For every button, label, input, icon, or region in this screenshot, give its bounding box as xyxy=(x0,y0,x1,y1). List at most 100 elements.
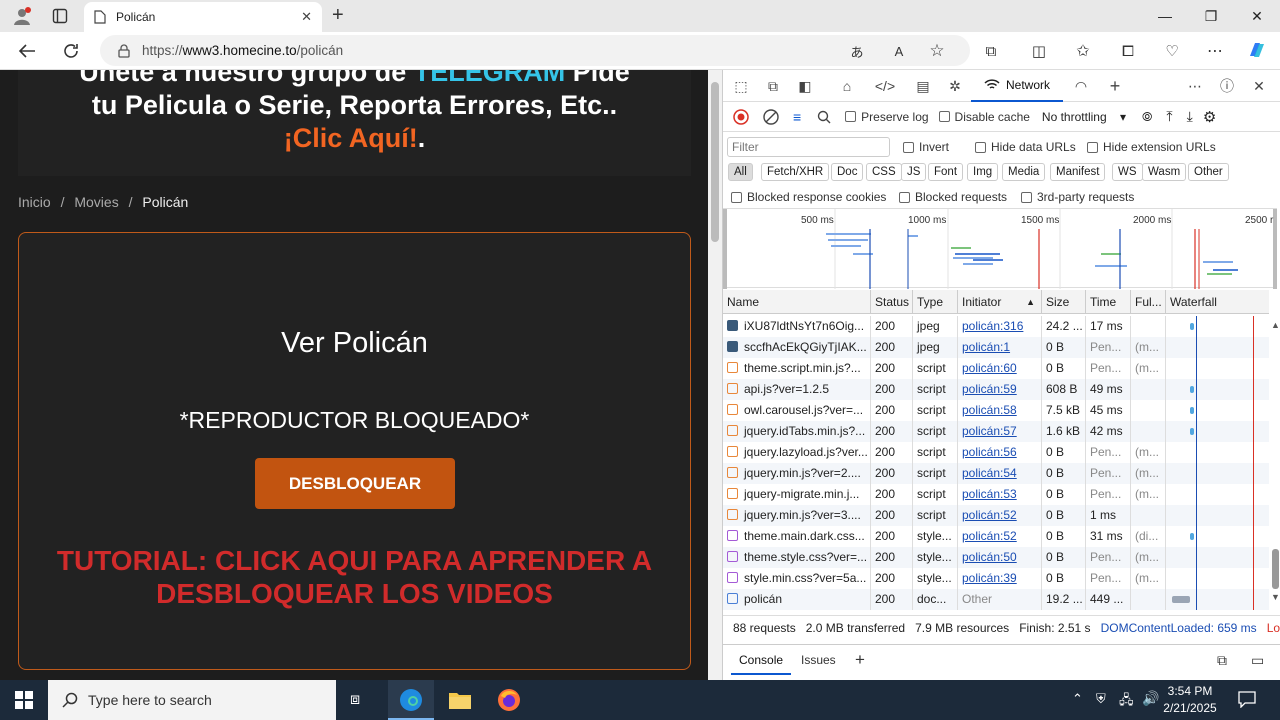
drawer-tab-issues[interactable]: Issues xyxy=(793,645,844,675)
settings-more-icon[interactable]: ⋯ xyxy=(1204,40,1226,62)
network-conditions-icon[interactable]: ⦾ xyxy=(1142,109,1152,125)
minimize-icon[interactable]: — xyxy=(1142,0,1188,32)
inspect-icon[interactable]: ⬚ xyxy=(731,76,751,96)
add-drawer-tab-icon[interactable]: + xyxy=(847,645,873,675)
table-row[interactable]: sccfhAcEkQGiyTjIAK... 200 jpeg policán:1 0 B… xyxy=(723,337,1269,358)
refresh-icon[interactable] xyxy=(60,40,82,62)
filter-toggle-icon[interactable]: ≡ xyxy=(793,109,801,125)
type-filter-css[interactable]: CSS xyxy=(866,163,902,181)
taskbar-search[interactable]: Type here to search xyxy=(48,680,336,720)
telegram-banner[interactable]: Únete a nuestro grupo de TELEGRAM Pide t… xyxy=(18,70,691,176)
dock-icon[interactable]: ◧ xyxy=(795,76,815,96)
table-row[interactable]: api.js?ver=1.2.5 200 script policán:59 608 B… xyxy=(723,379,1269,400)
split-screen-icon[interactable]: ◫ xyxy=(1028,40,1050,62)
read-aloud-icon[interactable]: A xyxy=(888,40,910,62)
close-drawer-icon[interactable]: ▭ xyxy=(1243,645,1272,675)
cell-initiator[interactable]: policán:52 xyxy=(958,526,1042,547)
close-devtools-icon[interactable]: ✕ xyxy=(1249,76,1269,96)
cell-initiator[interactable]: policán:50 xyxy=(958,547,1042,568)
profile-icon[interactable] xyxy=(12,6,32,26)
network-settings-icon[interactable]: ⚙ xyxy=(1203,108,1216,126)
clock[interactable]: 3:54 PM 2/21/2025 xyxy=(1150,683,1230,717)
type-filter-js[interactable]: JS xyxy=(901,163,927,181)
clear-icon[interactable] xyxy=(763,108,779,125)
new-tab-icon[interactable]: + xyxy=(332,4,344,27)
cell-initiator[interactable]: policán:58 xyxy=(958,400,1042,421)
tab-network[interactable]: Network xyxy=(971,70,1063,102)
edge-taskbar-icon[interactable] xyxy=(388,680,434,720)
export-har-icon[interactable]: ⤓ xyxy=(1187,108,1193,125)
cell-initiator[interactable]: policán:1 xyxy=(958,337,1042,358)
undock-drawer-icon[interactable]: ⧉ xyxy=(1209,645,1235,675)
type-filter-other[interactable]: Other xyxy=(1188,163,1229,181)
table-row[interactable]: theme.script.min.js?... 200 script policán:… xyxy=(723,358,1269,379)
help-icon[interactable]: ⓘ xyxy=(1217,76,1237,96)
translate-icon[interactable]: あ xyxy=(846,40,868,62)
cell-initiator[interactable]: policán:60 xyxy=(958,358,1042,379)
device-emulation-icon[interactable]: ⧉ xyxy=(763,76,783,96)
cell-initiator[interactable]: policán:57 xyxy=(958,421,1042,442)
type-filter-img[interactable]: Img xyxy=(967,163,999,181)
cell-initiator[interactable]: policán:316 xyxy=(958,316,1042,337)
performance-icon[interactable]: ◠ xyxy=(1071,76,1091,96)
tab-actions-icon[interactable] xyxy=(52,8,68,24)
console-icon[interactable]: ▤ xyxy=(913,76,933,96)
breadcrumb-movies[interactable]: Movies xyxy=(74,194,118,210)
blocked-response-cookies-checkbox[interactable]: Blocked response cookies xyxy=(731,190,886,204)
notifications-icon[interactable] xyxy=(1238,690,1256,708)
cell-initiator[interactable]: policán:52 xyxy=(958,505,1042,526)
search-icon[interactable] xyxy=(817,110,831,124)
col-time[interactable]: Time xyxy=(1086,290,1131,314)
close-window-icon[interactable]: ✕ xyxy=(1234,0,1280,32)
cell-initiator[interactable]: Other xyxy=(958,589,1042,610)
hide-data-urls-checkbox[interactable]: Hide data URLs xyxy=(975,140,1076,154)
type-filter-font[interactable]: Font xyxy=(928,163,964,181)
type-filter-manifest[interactable]: Manifest xyxy=(1050,163,1106,181)
scroll-up-icon[interactable]: ▲ xyxy=(1271,320,1280,330)
tutorial-link[interactable]: TUTORIAL: CLICK AQUI PARA APRENDER A DES… xyxy=(19,544,690,610)
col-status[interactable]: Status xyxy=(871,290,913,314)
type-filter-wasm[interactable]: Wasm xyxy=(1142,163,1187,181)
cell-initiator[interactable]: policán:53 xyxy=(958,484,1042,505)
elements-icon[interactable]: </> xyxy=(875,76,895,96)
table-row[interactable]: jquery.idTabs.min.js?... 200 script policán… xyxy=(723,421,1269,442)
task-view-icon[interactable]: ⧈ xyxy=(350,691,360,709)
blocked-requests-checkbox[interactable]: Blocked requests xyxy=(899,190,1007,204)
scrollbar-thumb[interactable] xyxy=(711,82,719,242)
browser-essentials-icon[interactable]: ♡ xyxy=(1161,40,1183,62)
address-bar[interactable]: https://www3.homecine.to/policán xyxy=(100,35,970,66)
lock-icon[interactable] xyxy=(118,43,130,58)
drawer-tab-console[interactable]: Console xyxy=(731,645,792,675)
back-icon[interactable] xyxy=(16,40,38,62)
throttling-select[interactable]: No throttling ▾ xyxy=(1042,110,1126,124)
cell-initiator[interactable]: policán:59 xyxy=(958,379,1042,400)
scrollbar-thumb[interactable] xyxy=(1272,549,1279,589)
table-row[interactable]: theme.main.dark.css... 200 style... policán… xyxy=(723,526,1269,547)
type-filter-doc[interactable]: Doc xyxy=(831,163,864,181)
table-row[interactable]: owl.carousel.js?ver=... 200 script policán:… xyxy=(723,400,1269,421)
copilot-icon[interactable] xyxy=(1246,39,1268,61)
windows-start-icon[interactable] xyxy=(15,691,33,709)
extensions-icon[interactable]: ⧉ xyxy=(980,40,1002,62)
col-waterfall[interactable]: Waterfall xyxy=(1166,290,1269,314)
scroll-down-icon[interactable]: ▼ xyxy=(1271,592,1280,602)
close-tab-icon[interactable]: ✕ xyxy=(301,9,312,25)
collections-icon[interactable]: ⧠ xyxy=(1117,40,1139,62)
breadcrumb-home[interactable]: Inicio xyxy=(18,194,51,210)
unlock-button[interactable]: DESBLOQUEAR xyxy=(255,458,455,509)
filter-input[interactable]: Filter xyxy=(727,137,890,157)
cell-initiator[interactable]: policán:54 xyxy=(958,463,1042,484)
table-row[interactable]: jquery.min.js?ver=3.... 200 script policán:… xyxy=(723,505,1269,526)
favorites-icon[interactable]: ✩ xyxy=(1072,40,1094,62)
col-initiator[interactable]: Initiator ▲ xyxy=(958,290,1042,314)
import-har-icon[interactable]: ⤒ xyxy=(1166,108,1172,125)
col-fulfilled[interactable]: Ful... xyxy=(1131,290,1166,314)
network-tray-icon[interactable]: 🖧 xyxy=(1119,691,1134,713)
table-row[interactable]: theme.style.css?ver=... 200 style... policá… xyxy=(723,547,1269,568)
cell-initiator[interactable]: policán:56 xyxy=(958,442,1042,463)
table-row[interactable]: iXU87ldtNsYt7n6Oig... 200 jpeg policán:316 2… xyxy=(723,316,1269,337)
type-filter-fetch-xhr[interactable]: Fetch/XHR xyxy=(761,163,830,181)
third-party-requests-checkbox[interactable]: 3rd-party requests xyxy=(1021,190,1134,204)
favorite-star-icon[interactable]: ☆ xyxy=(926,40,948,62)
welcome-home-icon[interactable]: ⌂ xyxy=(837,76,857,96)
